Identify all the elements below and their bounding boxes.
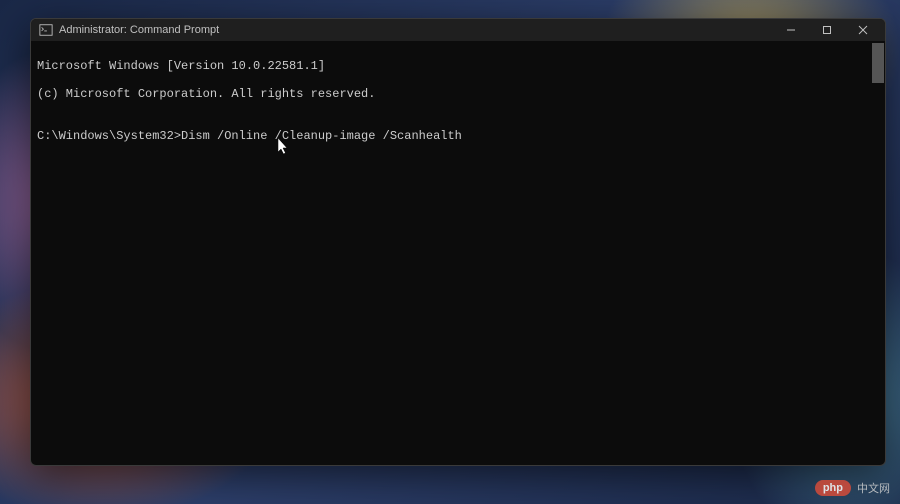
terminal-output-line: (c) Microsoft Corporation. All rights re… [37, 87, 879, 101]
watermark: php 中文网 [815, 480, 890, 496]
watermark-text: 中文网 [857, 480, 890, 496]
mouse-cursor-icon [278, 138, 290, 156]
watermark-badge: php [815, 480, 851, 496]
command-prompt-icon [39, 23, 53, 37]
terminal-prompt-line: C:\Windows\System32>Dism /Online /Cleanu… [37, 129, 879, 143]
close-button[interactable] [845, 19, 881, 41]
terminal-output-line: Microsoft Windows [Version 10.0.22581.1] [37, 59, 879, 73]
window-controls [773, 19, 881, 41]
command-prompt-window: Administrator: Command Prompt Microsoft … [30, 18, 886, 466]
maximize-button[interactable] [809, 19, 845, 41]
window-title: Administrator: Command Prompt [59, 24, 773, 36]
minimize-button[interactable] [773, 19, 809, 41]
scrollbar-thumb[interactable] [872, 43, 884, 83]
terminal-body[interactable]: Microsoft Windows [Version 10.0.22581.1]… [31, 41, 885, 465]
title-bar[interactable]: Administrator: Command Prompt [31, 19, 885, 41]
